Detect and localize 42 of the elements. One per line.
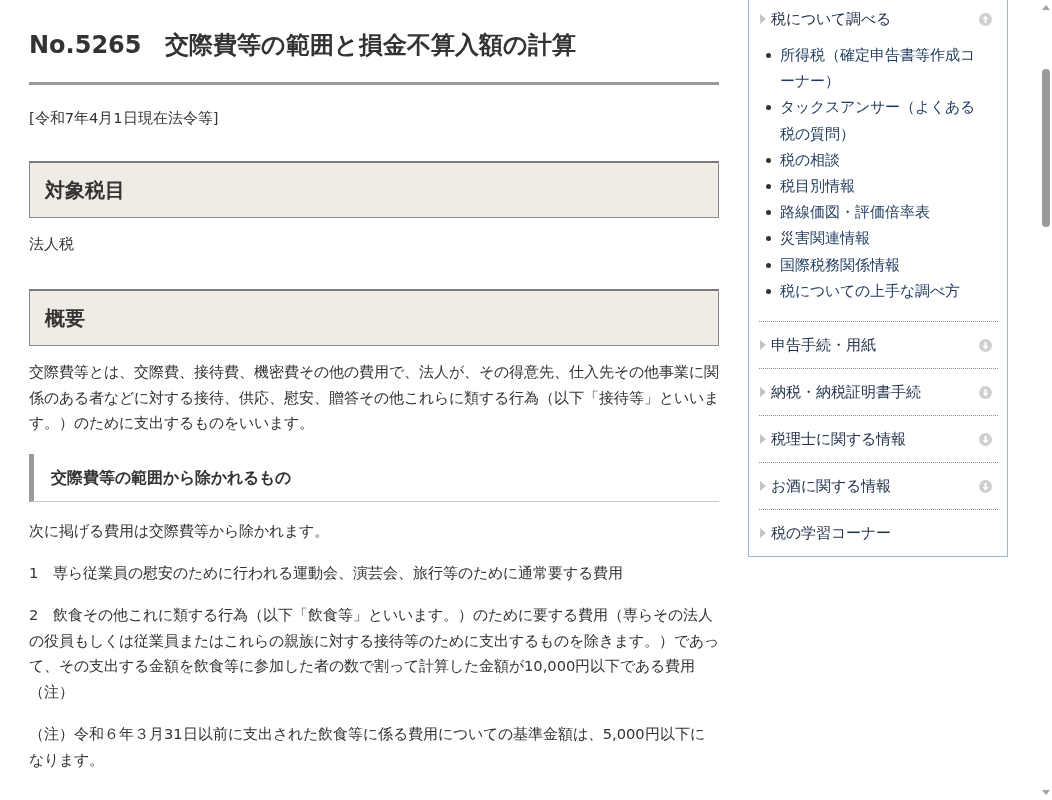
triangle-right-icon [760,528,766,539]
triangle-right-icon [760,387,766,398]
triangle-right-icon [760,14,766,24]
page-title: No.5265 交際費等の範囲と損金不算入額の計算 [29,30,578,61]
paragraph: 法人税 [29,234,75,254]
nav-section-button[interactable]: 税理士に関する情報 [759,426,998,453]
bullet-icon [766,262,771,268]
triangle-right-icon [760,434,766,445]
bullet-icon [766,210,771,216]
bullet-icon [766,105,771,111]
nav-link[interactable]: 所得税（確定申告書等作成コーナー） [780,42,980,95]
nav-section-button[interactable]: 申告手続・用紙 [759,332,998,359]
nav-link[interactable]: 災害関連情報 [780,225,870,252]
nav-section-button[interactable]: 納税・納税証明書手続 [759,379,998,406]
nav-section-button[interactable]: お酒に関する情報 [759,473,998,500]
paragraph: 次に掲げる費用は交際費等から除かれます。 [29,521,330,542]
bullet-icon [766,184,771,189]
paragraph: 1 専ら従業員の慰安のために行われる運動会、演芸会、旅行等のために通常要する費用 [29,563,625,583]
nav-link[interactable]: 路線価図・評価倍率表 [780,199,930,226]
scroll-down-arrow-icon[interactable] [1042,790,1050,795]
nav-section-link[interactable]: 税の学習コーナー [759,520,998,547]
bullet-icon [766,53,771,58]
bullet-icon [766,157,771,163]
nav-section-button[interactable]: 税について調べる [759,6,998,32]
nav-link[interactable]: 国際税務関係情報 [780,251,900,278]
nav-link[interactable]: 税についての上手な調べ方 [780,277,960,305]
nav-link[interactable]: 税の相談 [780,146,840,173]
triangle-right-icon [760,481,766,492]
section-heading: 対象税目 [29,161,719,218]
paragraph: （注）令和６年３月31日以前に支出された飲食等に係る費用についての基準金額は、5,000円以下になります。 [29,723,706,770]
bullet-icon [766,288,771,294]
triangle-right-icon [760,340,766,351]
subsection-heading: 交際費等の範囲から除かれるもの [29,454,719,503]
section-heading: 概要 [29,288,719,346]
nav-link[interactable]: タックスアンサー（よくある税の質問） [780,94,980,147]
scroll-up-arrow-icon[interactable] [1042,5,1050,10]
date-note: [令和7年4月1日現在法令等] [29,108,220,128]
paragraph: 交際費等とは、交際費、接待費、機密費その他の費用で、法人が、その得意先、仕入先その他事業に関係のある者などに対する接待、供応、慰安、贈答その他これらに類する行為（以下「接待等」といいます。）のために支出するものをいいます。 [29,361,719,434]
bullet-icon [766,236,771,242]
nav-link[interactable]: 税目別情報 [780,173,855,200]
scrollbar-thumb[interactable] [1042,69,1050,227]
paragraph: 2 飲食その他これに類する行為（以下「飲食等」といいます。）のために要する費用（専らその法人の役員もしくは従業員またはこれらの親族に対する接待等のために支出するものを除きます。）であって、その支出する金額を飲食等に参加した者の数で割って計算した金額が10,000円以下である費用（注） [29,604,719,703]
